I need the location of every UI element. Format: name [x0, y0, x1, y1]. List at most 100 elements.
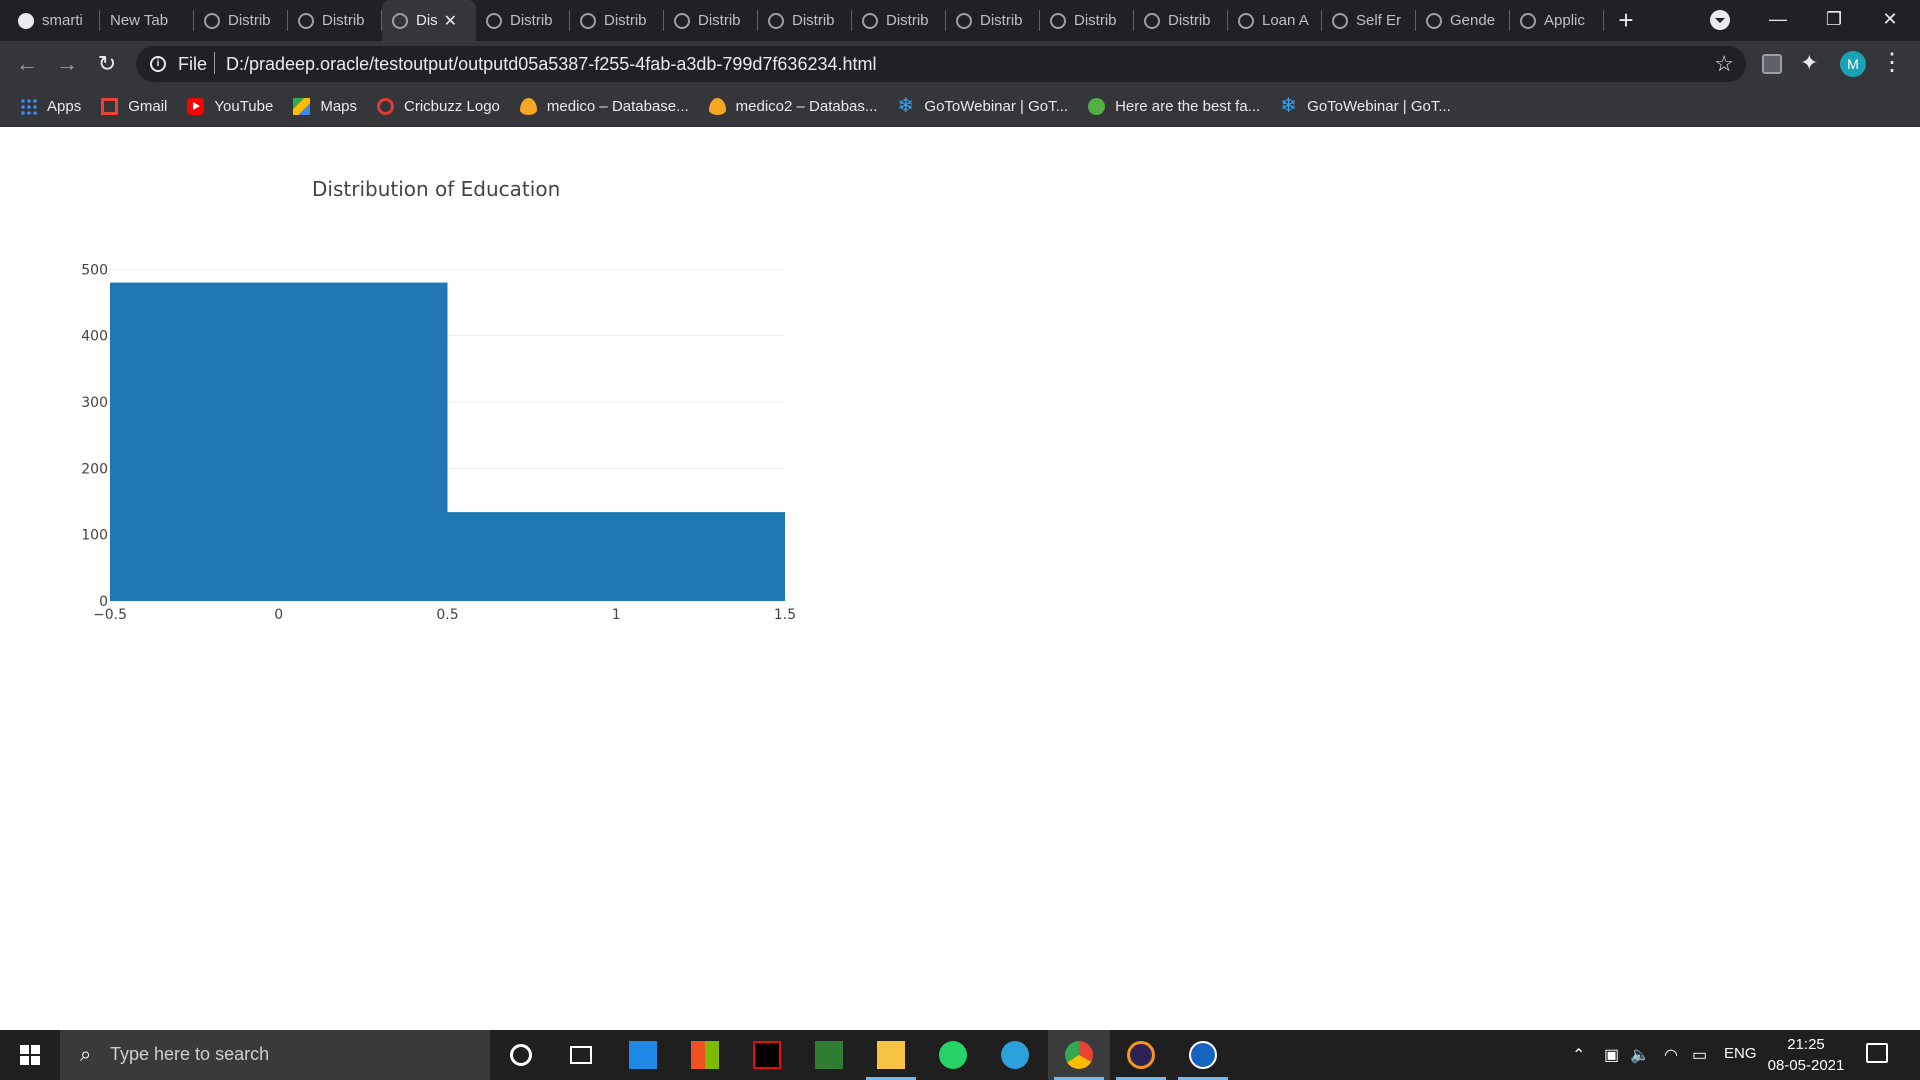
tab[interactable]: Distrib: [194, 0, 288, 41]
taskbar-app-button[interactable]: [736, 1030, 798, 1080]
bookmark-label: Gmail: [128, 98, 168, 115]
bookmark-item[interactable]: Here are the best fa...: [1088, 98, 1260, 115]
store-icon: [691, 1041, 719, 1069]
bookmark-item[interactable]: Gmail: [101, 98, 167, 115]
globe-icon: [580, 12, 596, 29]
bookmark-label: Maps: [320, 98, 358, 115]
histogram-bar[interactable]: [447, 512, 786, 601]
globe-icon: [1050, 12, 1066, 29]
meet-now-icon[interactable]: ▣: [1604, 1045, 1619, 1065]
bookmark-item[interactable]: Apps: [20, 98, 81, 115]
reload-icon: ↻: [97, 51, 117, 76]
taskbar-app-button[interactable]: [922, 1030, 984, 1080]
tab[interactable]: Distrib: [1134, 0, 1228, 41]
tab[interactable]: Applic: [1510, 0, 1604, 41]
bookmark-item[interactable]: ❄ GoToWebinar | GoT...: [1280, 96, 1451, 116]
taskbar-app-button[interactable]: [798, 1030, 860, 1080]
bookmark-item[interactable]: ❄ GoToWebinar | GoT...: [897, 96, 1068, 116]
tab[interactable]: Distrib: [476, 0, 570, 41]
bookmark-item[interactable]: medico2 – Databas...: [708, 98, 878, 115]
reload-button[interactable]: ↻: [92, 49, 122, 79]
restore-button[interactable]: ❐: [1806, 0, 1862, 41]
wifi-icon[interactable]: ◠: [1664, 1045, 1678, 1065]
netflix-icon: [753, 1041, 781, 1069]
bookmark-label: YouTube: [214, 98, 274, 115]
tab-label: Distrib: [1074, 12, 1117, 29]
tab-label: smarti: [42, 12, 83, 29]
bookmark-item[interactable]: Cricbuzz Logo: [377, 98, 500, 115]
url-scheme-label: File: [178, 54, 208, 74]
back-button[interactable]: ←: [12, 49, 42, 79]
taskbar-app-button[interactable]: [1172, 1030, 1234, 1080]
tab-label: Distrib: [604, 12, 647, 29]
tab[interactable]: Distrib: [570, 0, 664, 41]
tab[interactable]: Distrib: [288, 0, 382, 41]
url-text[interactable]: D:/pradeep.oracle/testoutput/outputd05a5…: [226, 54, 877, 75]
profile-avatar[interactable]: M: [1840, 51, 1866, 77]
eclipse-icon: [1127, 1041, 1155, 1069]
tab[interactable]: New Tab: [100, 0, 194, 41]
tab[interactable]: Self Er: [1322, 0, 1416, 41]
taskbar-app-button[interactable]: [1048, 1030, 1110, 1080]
taskbar-app-button[interactable]: [984, 1030, 1046, 1080]
bookmark-item[interactable]: medico – Database...: [519, 98, 689, 115]
globe-icon: [862, 12, 878, 29]
bookmark-label: Here are the best fa...: [1115, 98, 1261, 115]
notification-center-icon[interactable]: [1866, 1043, 1888, 1063]
chevron-up-icon[interactable]: ⌃: [1572, 1045, 1585, 1065]
browser-toolbar: ← → ↻ i File D:/pradeep.oracle/testoutpu…: [0, 41, 1920, 87]
taskbar-app-button[interactable]: [1110, 1030, 1172, 1080]
taskbar-app-button[interactable]: [550, 1030, 612, 1080]
bookmark-label: GoToWebinar | GoT...: [1307, 98, 1451, 115]
tab[interactable]: Loan A: [1228, 0, 1322, 41]
tab[interactable]: Distrib: [946, 0, 1040, 41]
language-indicator[interactable]: ENG: [1724, 1045, 1757, 1062]
tab[interactable]: smarti: [8, 0, 100, 41]
tab[interactable]: Distrib: [664, 0, 758, 41]
tab[interactable]: Gende: [1416, 0, 1510, 41]
address-bar[interactable]: i File D:/pradeep.oracle/testoutput/outp…: [136, 46, 1746, 82]
taskbar-app-button[interactable]: [490, 1030, 552, 1080]
volume-icon[interactable]: 🔈: [1630, 1045, 1650, 1065]
close-tab-icon[interactable]: ✕: [444, 11, 457, 31]
tab-active[interactable]: Dis ✕: [382, 0, 476, 41]
search-icon: ⌕: [80, 1044, 92, 1066]
globe-icon: [956, 12, 972, 29]
globe-icon: [204, 12, 220, 29]
menu-dots-icon[interactable]: ⋮: [1880, 49, 1904, 77]
tab[interactable]: Distrib: [852, 0, 946, 41]
clock-time[interactable]: 21:25: [1776, 1036, 1836, 1053]
bookmark-item[interactable]: Maps: [293, 98, 357, 115]
bookmark-label: medico – Database...: [546, 98, 689, 115]
taskbar-app-button[interactable]: [860, 1030, 922, 1080]
x-tick-label: 0.5: [436, 607, 458, 623]
taskbar-app-button[interactable]: [612, 1030, 674, 1080]
tab-search-button[interactable]: [1710, 10, 1730, 30]
extension-icon[interactable]: [1762, 54, 1782, 74]
extensions-puzzle-icon[interactable]: ✦: [1800, 50, 1818, 76]
y-tick-label: 300: [81, 395, 108, 411]
new-tab-button[interactable]: +: [1612, 6, 1640, 34]
taskbar-app-button[interactable]: [674, 1030, 736, 1080]
forward-button[interactable]: →: [52, 49, 82, 79]
info-icon[interactable]: i: [150, 56, 166, 72]
bookmark-item[interactable]: YouTube: [187, 98, 273, 115]
taskbar-search-box[interactable]: ⌕ Type here to search: [60, 1030, 490, 1080]
tab[interactable]: Distrib: [1040, 0, 1134, 41]
firebase-icon: [519, 98, 537, 115]
globe-icon: [298, 12, 314, 29]
bookmark-star-icon[interactable]: ☆: [1714, 51, 1734, 77]
histogram-bar[interactable]: [110, 282, 448, 601]
tab-label: Distrib: [886, 12, 929, 29]
start-button[interactable]: [0, 1030, 60, 1080]
tab[interactable]: Distrib: [758, 0, 852, 41]
battery-icon[interactable]: ▭: [1692, 1045, 1707, 1065]
globe-icon: [1520, 12, 1536, 29]
minimize-button[interactable]: —: [1750, 0, 1806, 41]
tab-label: New Tab: [110, 12, 169, 29]
close-window-button[interactable]: ✕: [1862, 0, 1918, 41]
clock-date[interactable]: 08-05-2021: [1764, 1057, 1848, 1074]
telegram-icon: [1001, 1041, 1029, 1069]
bookmark-label: medico2 – Databas...: [735, 98, 878, 115]
y-tick-label: 500: [81, 262, 108, 278]
